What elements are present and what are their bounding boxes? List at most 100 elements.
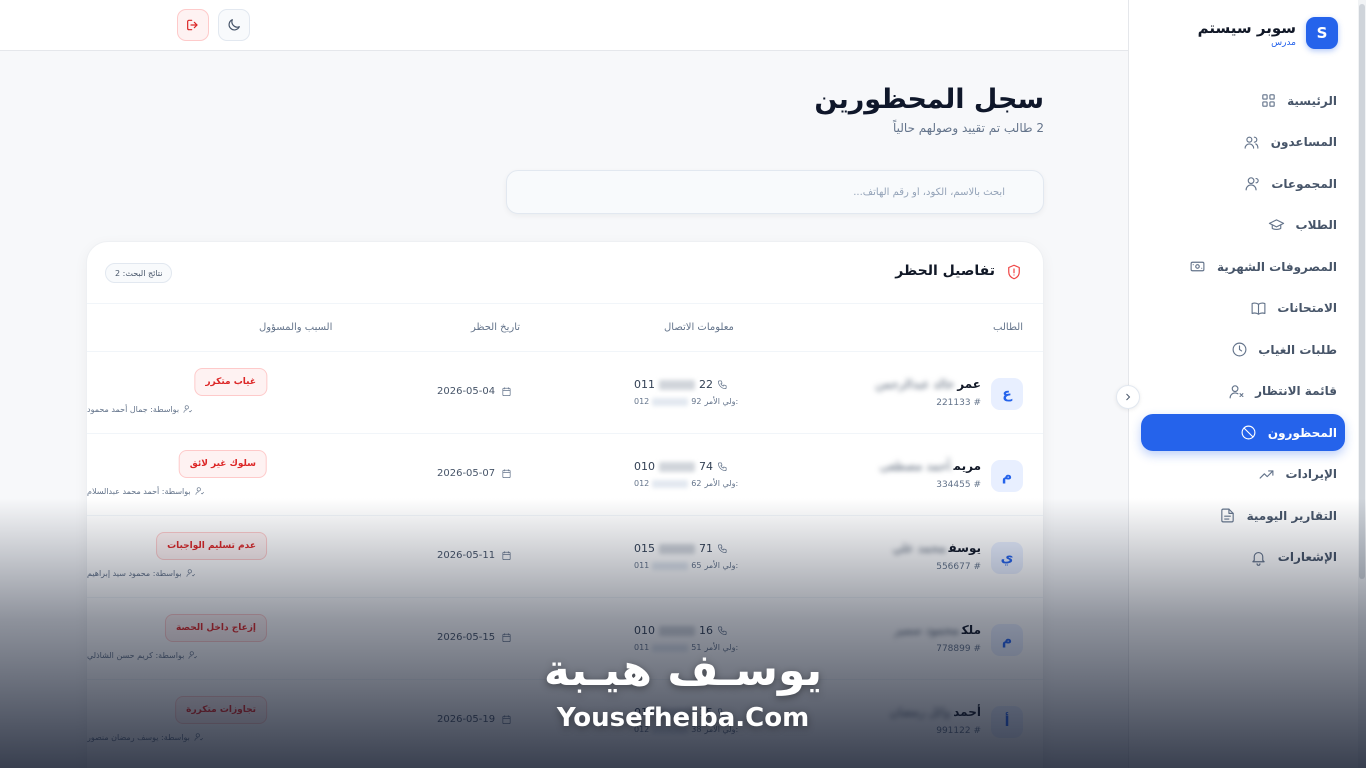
ban-date: 2026-05-07 [437,468,512,479]
table-row[interactable]: ي يوسفمحمد علي # 556677 015 71 011 65 ولي الأمر… [87,515,1043,597]
sidebar-item-label: الرئيسية [1287,93,1337,108]
user-check-icon [186,569,195,577]
sidebar-item-label: المصروفات الشهرية [1216,259,1337,274]
sidebar-item-bell[interactable]: الإشعارات [1141,539,1345,576]
calendar-icon [502,469,511,478]
user-check-icon [183,405,193,413]
redaction [659,543,695,554]
column-header-student: الطالب [993,322,1023,333]
table-row[interactable]: م مريمأحمد مصطفى # 334455 010 74 012 62 ولي الأ… [87,433,1043,515]
sidebar-item-grid[interactable]: الرئيسية [1141,82,1345,119]
banknote-icon [1189,258,1207,276]
graduation-cap-icon [1268,216,1286,234]
sidebar-nav: الرئيسية المساعدون المجموعات الطلاب المصروفا… [1141,82,1345,580]
student-name: يوسفمحمد علي [892,541,981,555]
ban-date: 2026-05-11 [437,550,512,561]
student-name: عمرخالد عبدالرحمن [875,377,981,391]
ban-icon [1240,424,1258,442]
user-check-icon [194,733,203,741]
calendar-icon [502,387,511,396]
sidebar-item-label: طلبات الغياب [1258,342,1337,357]
watermark-english: Yousefheiba.Com [556,703,810,733]
student-name-redacted: أحمد مصطفى [879,459,951,473]
sidebar-item-trending-up[interactable]: الإيرادات [1141,456,1345,493]
top-bar [0,0,1128,51]
sidebar-item-book[interactable]: الامتحانات [1141,290,1345,327]
student-name-redacted: محمود سمير [894,623,959,637]
sidebar-item-group[interactable]: المجموعات [1141,165,1345,202]
sidebar-item-label: الطلاب [1295,218,1337,232]
phone-icon [718,462,727,471]
book-icon [1249,299,1267,317]
brand-name: سوبر سيستم [1197,18,1296,37]
ban-date: 2026-05-04 [437,386,512,397]
grid-icon [1259,92,1277,110]
calendar-icon [502,633,511,642]
avatar: ع [991,378,1023,410]
chevron-right-icon [1126,393,1131,401]
avatar: م [991,460,1023,492]
results-count-badge: نتائج البحث: 2 [105,263,173,283]
parent-phone: 012 92 ولي الأمر: [634,397,739,406]
sidebar-item-clock[interactable]: طلبات الغياب [1141,331,1345,368]
sidebar-item-graduation-cap[interactable]: الطلاب [1141,207,1345,244]
sidebar-item-banknote[interactable]: المصروفات الشهرية [1141,248,1345,285]
student-name: ملكمحمود سمير [894,623,981,637]
ban-date: 2026-05-15 [437,632,512,643]
column-header-contact: معلومات الاتصال [664,322,734,333]
sidebar-item-users[interactable]: المساعدون [1141,124,1345,161]
search-input[interactable] [507,171,1043,213]
shield-alert-icon [1005,263,1023,281]
redaction [659,379,695,390]
user-check-icon [195,487,204,495]
sidebar-item-label: الامتحانات [1277,301,1337,315]
sidebar-item-label: التقارير اليومية [1246,508,1337,523]
sidebar-item-label: الإشعارات [1277,550,1337,564]
phone-icon [718,380,727,389]
logout-icon [187,19,198,31]
redaction [652,561,689,570]
theme-toggle-button[interactable] [218,9,250,41]
student-phone: 010 16 [634,624,728,637]
sidebar-item-label: المحظورون [1267,425,1337,440]
sidebar-item-label: المساعدون [1270,135,1337,149]
bell-icon [1250,548,1268,566]
scrollbar-thumb[interactable] [1359,4,1365,579]
reason-badge: عدم تسليم الواجبات [156,532,267,560]
sidebar-item-label: قائمة الانتظار [1255,384,1337,398]
brand-logo: S [1306,17,1338,49]
users-icon [1243,133,1261,151]
reason-badge: إزعاج داخل الحصة [164,614,267,642]
redaction [659,625,695,636]
redaction [652,479,689,488]
banned-by: بواسطة: محمود سيد إبراهيم [87,568,337,578]
sidebar-item-ban[interactable]: المحظورون [1141,414,1345,451]
student-phone: 015 71 [634,542,728,555]
search-box [506,170,1044,214]
file-text-icon [1219,507,1237,525]
table-row[interactable]: ع عمرخالد عبدالرحمن # 221133 011 22 012 92 ولي … [87,351,1043,433]
sidebar-item-user-x[interactable]: قائمة الانتظار [1141,373,1345,410]
brand-role: مدرس [1271,37,1296,48]
reason-badge: غياب متكرر [194,368,267,396]
group-icon [1243,175,1261,193]
logout-button[interactable] [177,9,209,41]
calendar-icon [502,551,511,560]
student-name: مريمأحمد مصطفى [879,459,981,473]
sidebar-item-file-text[interactable]: التقارير اليومية [1141,497,1345,534]
phone-icon [718,626,727,635]
column-header-ban-date: تاريخ الحظر [471,322,521,333]
student-phone: 010 74 [634,460,728,473]
moon-icon [228,19,240,31]
avatar: ي [991,542,1023,574]
banned-by: بواسطة: يوسف رمضان منصور [87,732,337,742]
clock-icon [1230,341,1248,359]
parent-phone: 011 65 ولي الأمر: [634,561,739,570]
redaction [652,397,689,406]
student-name-redacted: خالد عبدالرحمن [875,377,955,391]
user-x-icon [1227,382,1245,400]
banned-by: بواسطة: أحمد محمد عبدالسلام [87,486,337,496]
page-title: سجل المحظورين [814,84,1044,115]
student-phone: 011 22 [634,378,728,391]
sidebar-collapse-button[interactable] [1116,385,1140,409]
